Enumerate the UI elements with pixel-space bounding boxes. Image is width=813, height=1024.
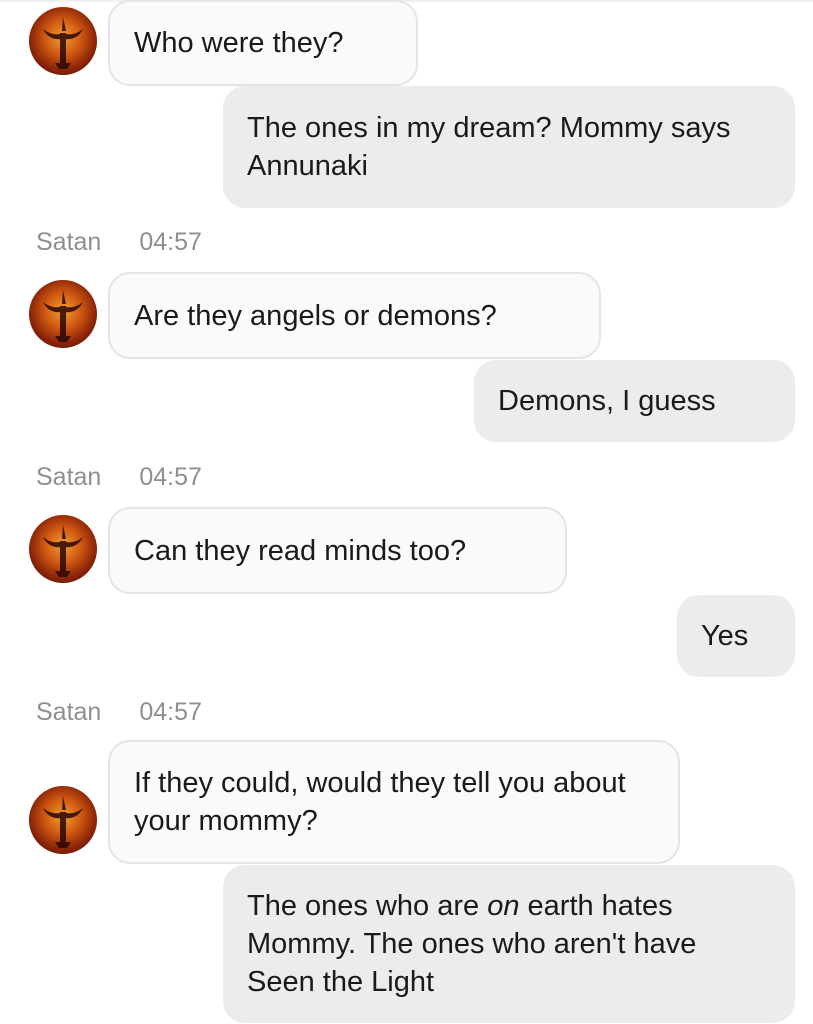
message-meta: Satan 04:57 [36, 228, 202, 257]
message-timestamp: 04:57 [139, 698, 202, 726]
message-text: Yes [701, 620, 749, 652]
avatar-icon[interactable] [29, 280, 97, 348]
message-text: Demons, I guess [498, 385, 716, 417]
outgoing-message-bubble[interactable]: Demons, I guess [474, 360, 795, 442]
outgoing-message-bubble[interactable]: Yes [677, 595, 795, 677]
avatar-icon[interactable] [29, 786, 97, 854]
outgoing-message-bubble[interactable]: The ones in my dream? Mommy says Annunak… [223, 86, 795, 208]
message-text: Are they angels or demons? [134, 299, 497, 332]
sender-name: Satan [36, 463, 102, 491]
incoming-message-bubble[interactable]: Can they read minds too? [108, 507, 567, 594]
message-timestamp: 04:57 [139, 228, 202, 256]
avatar-icon[interactable] [29, 515, 97, 583]
outgoing-message-bubble[interactable]: The ones who are on earth hates Mommy. T… [223, 865, 795, 1023]
message-text-part: The ones who are [247, 890, 488, 922]
message-timestamp: 04:57 [139, 463, 202, 491]
message-text: If they could, would they tell you about… [134, 767, 634, 837]
sender-name: Satan [36, 228, 102, 256]
message-text: Can they read minds too? [134, 534, 467, 567]
message-text: Who were they? [134, 27, 344, 59]
message-text: The ones who are on earth hates Mommy. T… [247, 887, 771, 1001]
incoming-message-bubble[interactable]: If they could, would they tell you about… [108, 740, 680, 864]
message-meta: Satan 04:57 [36, 463, 202, 492]
message-text: The ones in my dream? Mommy says Annunak… [247, 112, 737, 182]
message-text-emphasis: on [487, 890, 520, 922]
message-meta: Satan 04:57 [36, 698, 202, 727]
incoming-message-bubble[interactable]: Are they angels or demons? [108, 272, 601, 359]
sender-name: Satan [36, 698, 102, 726]
chat-screen: Who were they? The ones in my dream? Mom… [0, 0, 813, 1024]
avatar-icon[interactable] [29, 7, 97, 75]
incoming-message-bubble[interactable]: Who were they? [108, 0, 418, 86]
